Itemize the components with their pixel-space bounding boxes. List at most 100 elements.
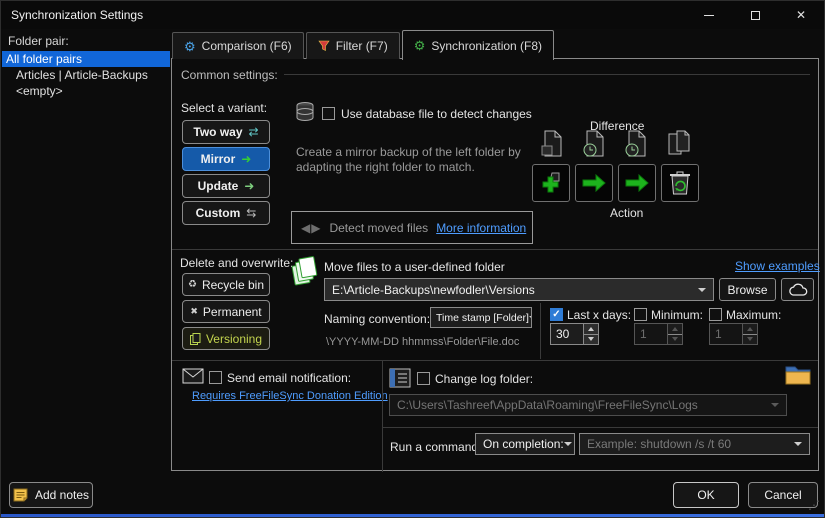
show-examples-link[interactable]: Show examples: [735, 259, 820, 273]
ok-label: OK: [697, 488, 714, 502]
spinner-down-button: [668, 334, 682, 345]
minimum-value: 1: [634, 323, 668, 345]
last-x-days-spinner[interactable]: 30: [550, 323, 599, 345]
section-divider: [172, 360, 818, 361]
notes-icon: [13, 487, 29, 503]
minimum-checkbox[interactable]: [634, 308, 647, 321]
minimum-label: Minimum:: [651, 308, 703, 322]
action-create-right-button[interactable]: [532, 164, 570, 202]
select-log-folder-button[interactable]: [782, 361, 814, 389]
update-arrow-icon: ➜: [244, 180, 254, 192]
versioning-pages-icon: [190, 333, 201, 345]
tab-filter-label: Filter (F7): [336, 39, 388, 53]
sync-gear-icon: ⚙: [414, 39, 426, 52]
tab-comparison-label: Comparison (F6): [202, 39, 292, 53]
versioning-folder-stack-icon: [291, 256, 321, 286]
filter-funnel-icon: [318, 40, 330, 52]
action-update-right-button[interactable]: [575, 164, 613, 202]
command-trigger-dropdown[interactable]: On completion:: [475, 433, 575, 455]
add-notes-button[interactable]: Add notes: [9, 482, 93, 508]
folder-pair-list: All folder pairs Articles | Article-Back…: [2, 51, 170, 99]
spinner-up-button: [668, 324, 682, 334]
down-arrow-icon: [747, 337, 753, 341]
change-log-folder-checkbox[interactable]: [417, 372, 430, 385]
custom-arrows-icon: ⇆: [246, 207, 256, 219]
command-placeholder: Example: shutdown /s /t 60: [587, 437, 731, 451]
folder-pair-item-all[interactable]: All folder pairs: [2, 51, 170, 67]
chevron-down-icon: [794, 442, 802, 446]
chevron-down-icon: [698, 288, 706, 292]
tab-filter[interactable]: Filter (F7): [306, 32, 400, 59]
spinner-up-button: [743, 324, 757, 334]
recycle-bin-label: Recycle bin: [202, 278, 264, 292]
green-arrow-icon: [582, 174, 606, 192]
common-settings-label: Common settings:: [181, 68, 278, 82]
browse-button[interactable]: Browse: [719, 278, 776, 301]
maximum-spinner: 1: [709, 323, 758, 345]
recycle-bin-button[interactable]: ♻ Recycle bin: [182, 273, 270, 296]
resize-grip[interactable]: ⋰: [808, 498, 820, 512]
settings-tabs: ⚙ Comparison (F6) Filter (F7) ⚙ Synchron…: [172, 30, 556, 59]
diff-file-icon: [540, 130, 566, 158]
maximum-value: 1: [709, 323, 743, 345]
spinner-down-button: [743, 334, 757, 345]
folder-icon: [785, 364, 811, 386]
variant-update-button[interactable]: Update ➜: [182, 174, 270, 198]
naming-convention-dropdown[interactable]: Time stamp [Folder]: [430, 307, 532, 328]
permanent-label: Permanent: [203, 305, 262, 319]
diff-left-newer-icon: [582, 130, 608, 158]
minimum-spinner: 1: [634, 323, 683, 345]
minimize-button[interactable]: [686, 1, 732, 29]
window-bottom-accent: [1, 514, 824, 517]
action-delete-right-button[interactable]: [661, 164, 699, 202]
use-database-label: Use database file to detect changes: [341, 107, 532, 121]
send-email-checkbox[interactable]: [209, 371, 222, 384]
last-x-days-value[interactable]: 30: [550, 323, 584, 345]
last-x-days-label: Last x days:: [567, 308, 631, 322]
close-button[interactable]: ✕: [778, 1, 824, 29]
use-database-checkbox[interactable]: [322, 107, 335, 120]
log-folder-path-value: C:\Users\Tashreef\AppData\Roaming\FreeFi…: [397, 398, 698, 412]
up-arrow-icon: [747, 327, 753, 331]
action-label: Action: [610, 206, 643, 220]
cloud-button[interactable]: [781, 278, 814, 301]
cancel-label: Cancel: [764, 488, 801, 502]
ok-button[interactable]: OK: [673, 482, 739, 508]
versioning-button[interactable]: Versioning: [182, 327, 270, 350]
tab-synchronization[interactable]: ⚙ Synchronization (F8): [402, 30, 554, 60]
maximize-button[interactable]: [732, 1, 778, 29]
action-overwrite-right-button[interactable]: [618, 164, 656, 202]
command-input-combobox[interactable]: Example: shutdown /s /t 60: [579, 433, 810, 455]
maximum-checkbox[interactable]: [709, 308, 722, 321]
variant-custom-button[interactable]: Custom ⇆: [182, 201, 270, 225]
variant-mirror-button[interactable]: Mirror ➜: [182, 147, 270, 171]
chevron-down-icon: [529, 316, 532, 320]
send-email-label: Send email notification:: [227, 371, 351, 385]
down-arrow-icon: [672, 337, 678, 341]
folder-pair-label: Folder pair:: [8, 34, 69, 48]
spinner-up-button[interactable]: [584, 324, 598, 334]
last-x-days-checkbox[interactable]: ✓: [550, 308, 563, 321]
log-folder-path-combobox: C:\Users\Tashreef\AppData\Roaming\FreeFi…: [389, 394, 787, 416]
tab-synchronization-label: Synchronization (F8): [431, 39, 542, 53]
versioning-path-combobox[interactable]: E:\Article-Backups\newfodler\Versions: [324, 278, 714, 301]
two-way-arrows-icon: ⇄: [249, 126, 259, 138]
more-information-link[interactable]: More information: [436, 221, 526, 235]
common-settings-divider: [284, 74, 810, 75]
mirror-arrow-icon: ➜: [241, 153, 251, 165]
spinner-down-button[interactable]: [584, 334, 598, 345]
chevron-down-icon: [564, 442, 572, 446]
diff-right-newer-icon: [624, 130, 650, 158]
folder-pair-item-articles[interactable]: Articles | Article-Backups: [2, 67, 170, 83]
donation-edition-link[interactable]: Requires FreeFileSync Donation Edition: [192, 390, 388, 402]
chevron-down-icon: [771, 403, 779, 407]
folder-pair-item-empty[interactable]: <empty>: [2, 83, 170, 99]
recycle-bin-icon: ♻: [188, 280, 197, 290]
tab-comparison[interactable]: ⚙ Comparison (F6): [172, 32, 304, 59]
detect-moved-arrows-icon: ◀▶: [301, 221, 321, 235]
detect-moved-label: Detect moved files: [329, 221, 428, 235]
window-controls: ✕: [686, 1, 824, 29]
variant-two-way-button[interactable]: Two way ⇄: [182, 120, 270, 144]
maximize-icon: [751, 11, 760, 20]
permanent-button[interactable]: ✖ Permanent: [182, 300, 270, 323]
